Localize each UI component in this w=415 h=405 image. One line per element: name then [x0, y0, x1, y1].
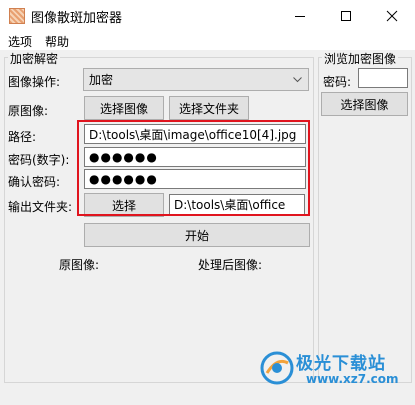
original-image-label: 原图像: — [59, 258, 100, 272]
output-select-button[interactable]: 选择 — [84, 193, 164, 217]
operation-select[interactable]: 加密 — [83, 68, 309, 91]
watermark-brand: 极光下载站 — [296, 354, 386, 374]
select-folder-button[interactable]: 选择文件夹 — [169, 96, 249, 120]
window-title: 图像散斑加密器 — [31, 11, 123, 26]
watermark: 极光下载站 www.xz7.com — [258, 349, 408, 393]
path-input[interactable]: D:\tools\桌面\image\office10[4].jpg — [84, 124, 306, 144]
confirm-password-input[interactable]: ●●●●●● — [84, 169, 306, 189]
path-label: 路径: — [8, 130, 37, 144]
confirm-password-label: 确认密码: — [8, 175, 61, 189]
menu-help[interactable]: 帮助 — [45, 33, 69, 50]
chevron-down-icon — [293, 77, 302, 83]
minimize-button[interactable] — [277, 0, 323, 31]
browse-password-label: 密码: — [323, 75, 352, 89]
encrypt-group-title: 加密解密 — [8, 50, 61, 67]
original-label: 原图像: — [8, 104, 49, 118]
watermark-url: www.xz7.com — [306, 372, 399, 386]
maximize-button[interactable] — [323, 0, 369, 31]
browse-select-image-button[interactable]: 选择图像 — [321, 92, 408, 116]
minimize-icon — [295, 15, 305, 17]
output-folder-label: 输出文件夹: — [8, 200, 73, 214]
password-value: ●●●●●● — [89, 150, 158, 164]
browse-group-title: 浏览加密图像 — [322, 50, 399, 67]
output-folder-value: D:\tools\桌面\office — [174, 198, 286, 212]
path-value: D:\tools\桌面\image\office10[4].jpg — [89, 127, 297, 142]
app-window: 图像散斑加密器 选项 帮助 加密解密 图像操作: 加密 原图像: 选择图像 选择… — [0, 0, 415, 405]
maximize-icon — [341, 10, 351, 21]
app-icon — [9, 8, 25, 24]
close-icon — [386, 10, 398, 21]
operation-value: 加密 — [89, 73, 114, 87]
operation-label: 图像操作: — [8, 75, 61, 89]
password-input[interactable]: ●●●●●● — [84, 147, 306, 167]
output-folder-input[interactable]: D:\tools\桌面\office — [169, 194, 305, 215]
select-image-button[interactable]: 选择图像 — [84, 96, 164, 120]
confirm-password-value: ●●●●●● — [89, 172, 158, 186]
close-button[interactable] — [369, 0, 415, 31]
brand-logo-icon — [260, 351, 294, 385]
browse-password-input[interactable] — [358, 68, 408, 88]
processed-image-label: 处理后图像: — [198, 258, 263, 272]
start-button[interactable]: 开始 — [84, 223, 310, 247]
menu-options[interactable]: 选项 — [8, 33, 32, 50]
menu-bar: 选项 帮助 — [0, 31, 415, 50]
password-label: 密码(数字): — [8, 153, 70, 167]
title-bar: 图像散斑加密器 — [0, 0, 415, 31]
